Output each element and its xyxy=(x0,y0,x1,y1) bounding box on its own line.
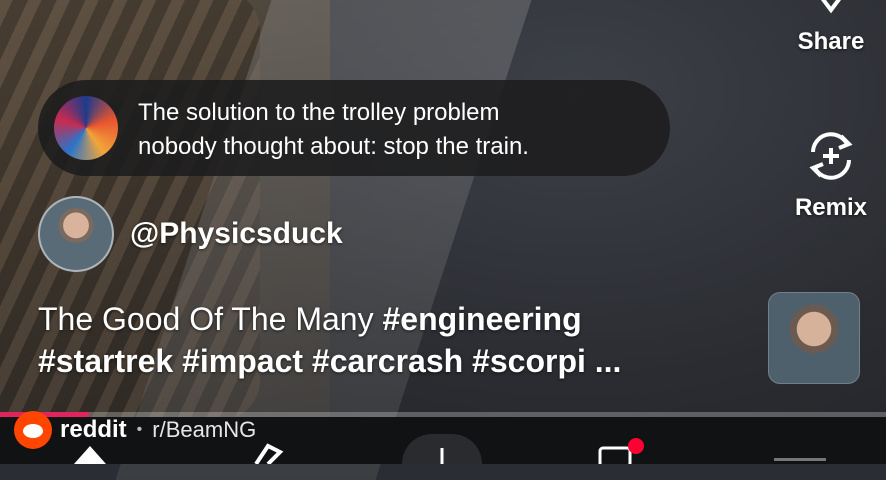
caption-avatar xyxy=(54,96,118,160)
plus-icon xyxy=(440,448,444,464)
separator-dot: • xyxy=(136,421,143,438)
remix-icon xyxy=(809,132,853,180)
author-avatar[interactable] xyxy=(38,196,114,272)
caption-text: The solution to the trolley problem nobo… xyxy=(138,96,529,164)
remix-button[interactable]: Remix xyxy=(776,126,886,222)
sound-thumbnail[interactable] xyxy=(768,292,860,384)
shorts-icon[interactable] xyxy=(246,440,286,464)
share-icon xyxy=(821,0,841,14)
you-tab-icon[interactable] xyxy=(770,440,830,464)
share-label: Share xyxy=(797,28,865,55)
caption-bubble[interactable]: The solution to the trolley problem nobo… xyxy=(38,80,670,176)
caption-line-1: The solution to the trolley problem xyxy=(138,99,500,126)
remix-label: Remix xyxy=(794,194,868,221)
create-button[interactable] xyxy=(402,434,482,464)
description-tags[interactable]: #startrek #impact #carcrash #scorpi ... xyxy=(38,340,738,382)
home-icon[interactable] xyxy=(70,440,110,464)
description-title: The Good Of The Many xyxy=(38,301,374,337)
video-description[interactable]: The Good Of The Many #engineering #start… xyxy=(38,298,738,382)
source-attribution: reddit • r/BeamNG xyxy=(14,410,256,450)
subreddit-name: r/BeamNG xyxy=(152,417,257,442)
author-handle[interactable]: @Physicsduck xyxy=(130,217,343,251)
notification-badge xyxy=(628,438,644,454)
caption-line-2: nobody thought about: stop the train. xyxy=(138,133,529,160)
share-button[interactable]: Share xyxy=(776,0,886,56)
reddit-logo-icon xyxy=(14,411,52,449)
description-tag-engineering[interactable]: #engineering xyxy=(382,301,581,337)
author-row[interactable]: @Physicsduck xyxy=(38,196,343,272)
